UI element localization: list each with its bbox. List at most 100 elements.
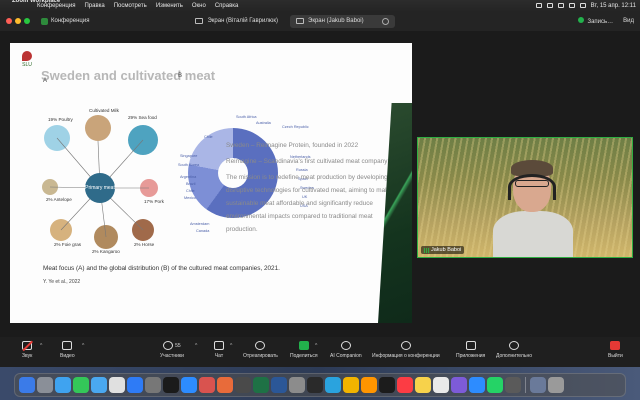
powerpoint-icon[interactable] <box>199 377 215 393</box>
app-icon[interactable] <box>469 377 485 393</box>
minimize-window-button[interactable] <box>15 18 21 24</box>
safari-icon[interactable] <box>55 377 71 393</box>
trash-icon[interactable] <box>548 377 564 393</box>
apps-button[interactable]: Приложения <box>456 341 485 359</box>
record-label: Запись… <box>587 19 614 25</box>
country-label: Canada <box>196 229 210 233</box>
dock-separator <box>525 377 526 393</box>
app-icon[interactable] <box>235 377 251 393</box>
zoom-window-button[interactable] <box>24 18 30 24</box>
viber-icon[interactable] <box>451 377 467 393</box>
app-icon[interactable] <box>289 377 305 393</box>
record-indicator[interactable]: Запись… <box>578 17 613 25</box>
signal-bars-icon <box>424 247 429 253</box>
participant-video[interactable]: Jakub Baboi <box>417 137 633 258</box>
node-label: 2% Foie gras <box>54 242 82 247</box>
slu-logo-mark-icon <box>22 51 32 61</box>
figure-caption: Meat focus (A) and the global distributi… <box>43 265 280 272</box>
screen-icon <box>195 18 204 24</box>
downloads-icon[interactable] <box>530 377 546 393</box>
close-window-button[interactable] <box>6 18 12 24</box>
screen: Zoom Workplace Конференция Правка Посмот… <box>0 0 640 400</box>
finder-icon[interactable] <box>19 377 35 393</box>
app-store-icon[interactable] <box>127 377 143 393</box>
video-options-chevron-icon[interactable]: ^ <box>82 343 84 349</box>
panel-b-label: B <box>178 73 183 79</box>
window-controls <box>6 18 33 24</box>
ai-companion-button[interactable]: AI Companion <box>330 341 362 359</box>
meeting-toolbar: Звук ^ Видео ^ 55 Участники ^ Чат ^ Отре… <box>0 337 640 367</box>
app-icon[interactable] <box>361 377 377 393</box>
slu-logo: SLU <box>16 51 38 68</box>
music-icon[interactable] <box>397 377 413 393</box>
tab-screen-vitalii[interactable]: Экран (Віталій Гаврилюк) <box>189 15 284 28</box>
country-label: Brazil <box>186 182 196 186</box>
menu-item-conference[interactable]: Конференция <box>37 3 75 9</box>
tab-options-icon[interactable] <box>381 17 389 25</box>
menu-item-edit[interactable]: Правка <box>84 3 104 9</box>
participants-options-chevron-icon[interactable]: ^ <box>195 343 197 349</box>
control-center-icon[interactable] <box>579 3 586 8</box>
slide-body-text: Sweden – Reimagine Protein, founded in 2… <box>226 139 406 239</box>
more-button[interactable]: Дополнительно <box>496 341 532 359</box>
launchpad-icon[interactable] <box>37 377 53 393</box>
meeting-info-button[interactable]: Информация о конференции <box>372 341 440 359</box>
mail-icon[interactable] <box>91 377 107 393</box>
participant-shirt <box>493 211 573 257</box>
excel-icon[interactable] <box>253 377 269 393</box>
system-settings-icon[interactable] <box>145 377 161 393</box>
chat-options-chevron-icon[interactable]: ^ <box>230 343 232 349</box>
menu-item-help[interactable]: Справка <box>215 3 239 9</box>
view-button[interactable]: Вид <box>623 18 634 24</box>
participant-person <box>488 156 578 257</box>
video-button[interactable]: Видео <box>60 341 75 359</box>
primary-meat-hub: Primary meat <box>85 173 115 203</box>
battery-icon[interactable] <box>546 3 553 8</box>
muted-mic-icon <box>22 341 33 350</box>
tab-screen-jakub[interactable]: Экран (Jakub Baboi) <box>290 14 395 28</box>
node-label: 29% Sea food <box>128 115 157 120</box>
search-icon[interactable] <box>568 3 575 8</box>
app-icon[interactable] <box>217 377 233 393</box>
chrome-icon[interactable] <box>343 377 359 393</box>
menu-item-window[interactable]: Окно <box>192 3 206 9</box>
leave-button[interactable]: Выйти <box>608 341 623 359</box>
participants-button[interactable]: 55 Участники <box>160 341 184 359</box>
share-button[interactable]: Поделиться <box>290 341 318 359</box>
share-arrow-icon <box>298 341 309 350</box>
zoom-icon[interactable] <box>181 377 197 393</box>
country-label: Amsterdam <box>190 222 210 226</box>
chat-button[interactable]: Чат <box>214 341 224 359</box>
react-button[interactable]: Отреагировать <box>243 341 278 359</box>
photos-icon[interactable] <box>109 377 125 393</box>
shared-screen-slide: SLU Sweden and cultivated meat A B Prima… <box>10 43 412 323</box>
record-dot-icon <box>578 17 585 23</box>
headset-icon <box>508 174 556 200</box>
app-icon[interactable] <box>505 377 521 393</box>
audio-options-chevron-icon[interactable]: ^ <box>40 343 42 349</box>
panel-a-label: A <box>43 78 48 84</box>
participant-name: Jakub Baboi <box>431 247 462 253</box>
menu-item-view[interactable]: Посмотреть <box>114 3 147 9</box>
word-icon[interactable] <box>271 377 287 393</box>
apps-label: Приложения <box>456 353 486 359</box>
audio-button[interactable]: Звук <box>22 341 32 359</box>
country-label: South Africa <box>236 115 257 119</box>
chatgpt-icon[interactable] <box>163 377 179 393</box>
audio-label: Звук <box>22 353 33 359</box>
conference-menu[interactable]: Конференция <box>41 17 89 25</box>
app-icon[interactable] <box>379 377 395 393</box>
menu-item-change[interactable]: Изменить <box>156 3 183 9</box>
share-options-chevron-icon[interactable]: ^ <box>315 343 317 349</box>
menubar-datetime[interactable]: Вт, 15 апр. 12:11 <box>591 3 636 9</box>
app-icon[interactable] <box>433 377 449 393</box>
notes-icon[interactable] <box>415 377 431 393</box>
country-label: Singapore <box>180 154 198 158</box>
macos-menubar: Zoom Workplace Конференция Правка Посмот… <box>0 0 640 11</box>
terminal-icon[interactable] <box>307 377 323 393</box>
wifi-icon[interactable] <box>557 3 564 8</box>
whatsapp-icon[interactable] <box>487 377 503 393</box>
messages-icon[interactable] <box>73 377 89 393</box>
telegram-icon[interactable] <box>325 377 341 393</box>
screen-share-status-icon[interactable] <box>535 3 542 8</box>
